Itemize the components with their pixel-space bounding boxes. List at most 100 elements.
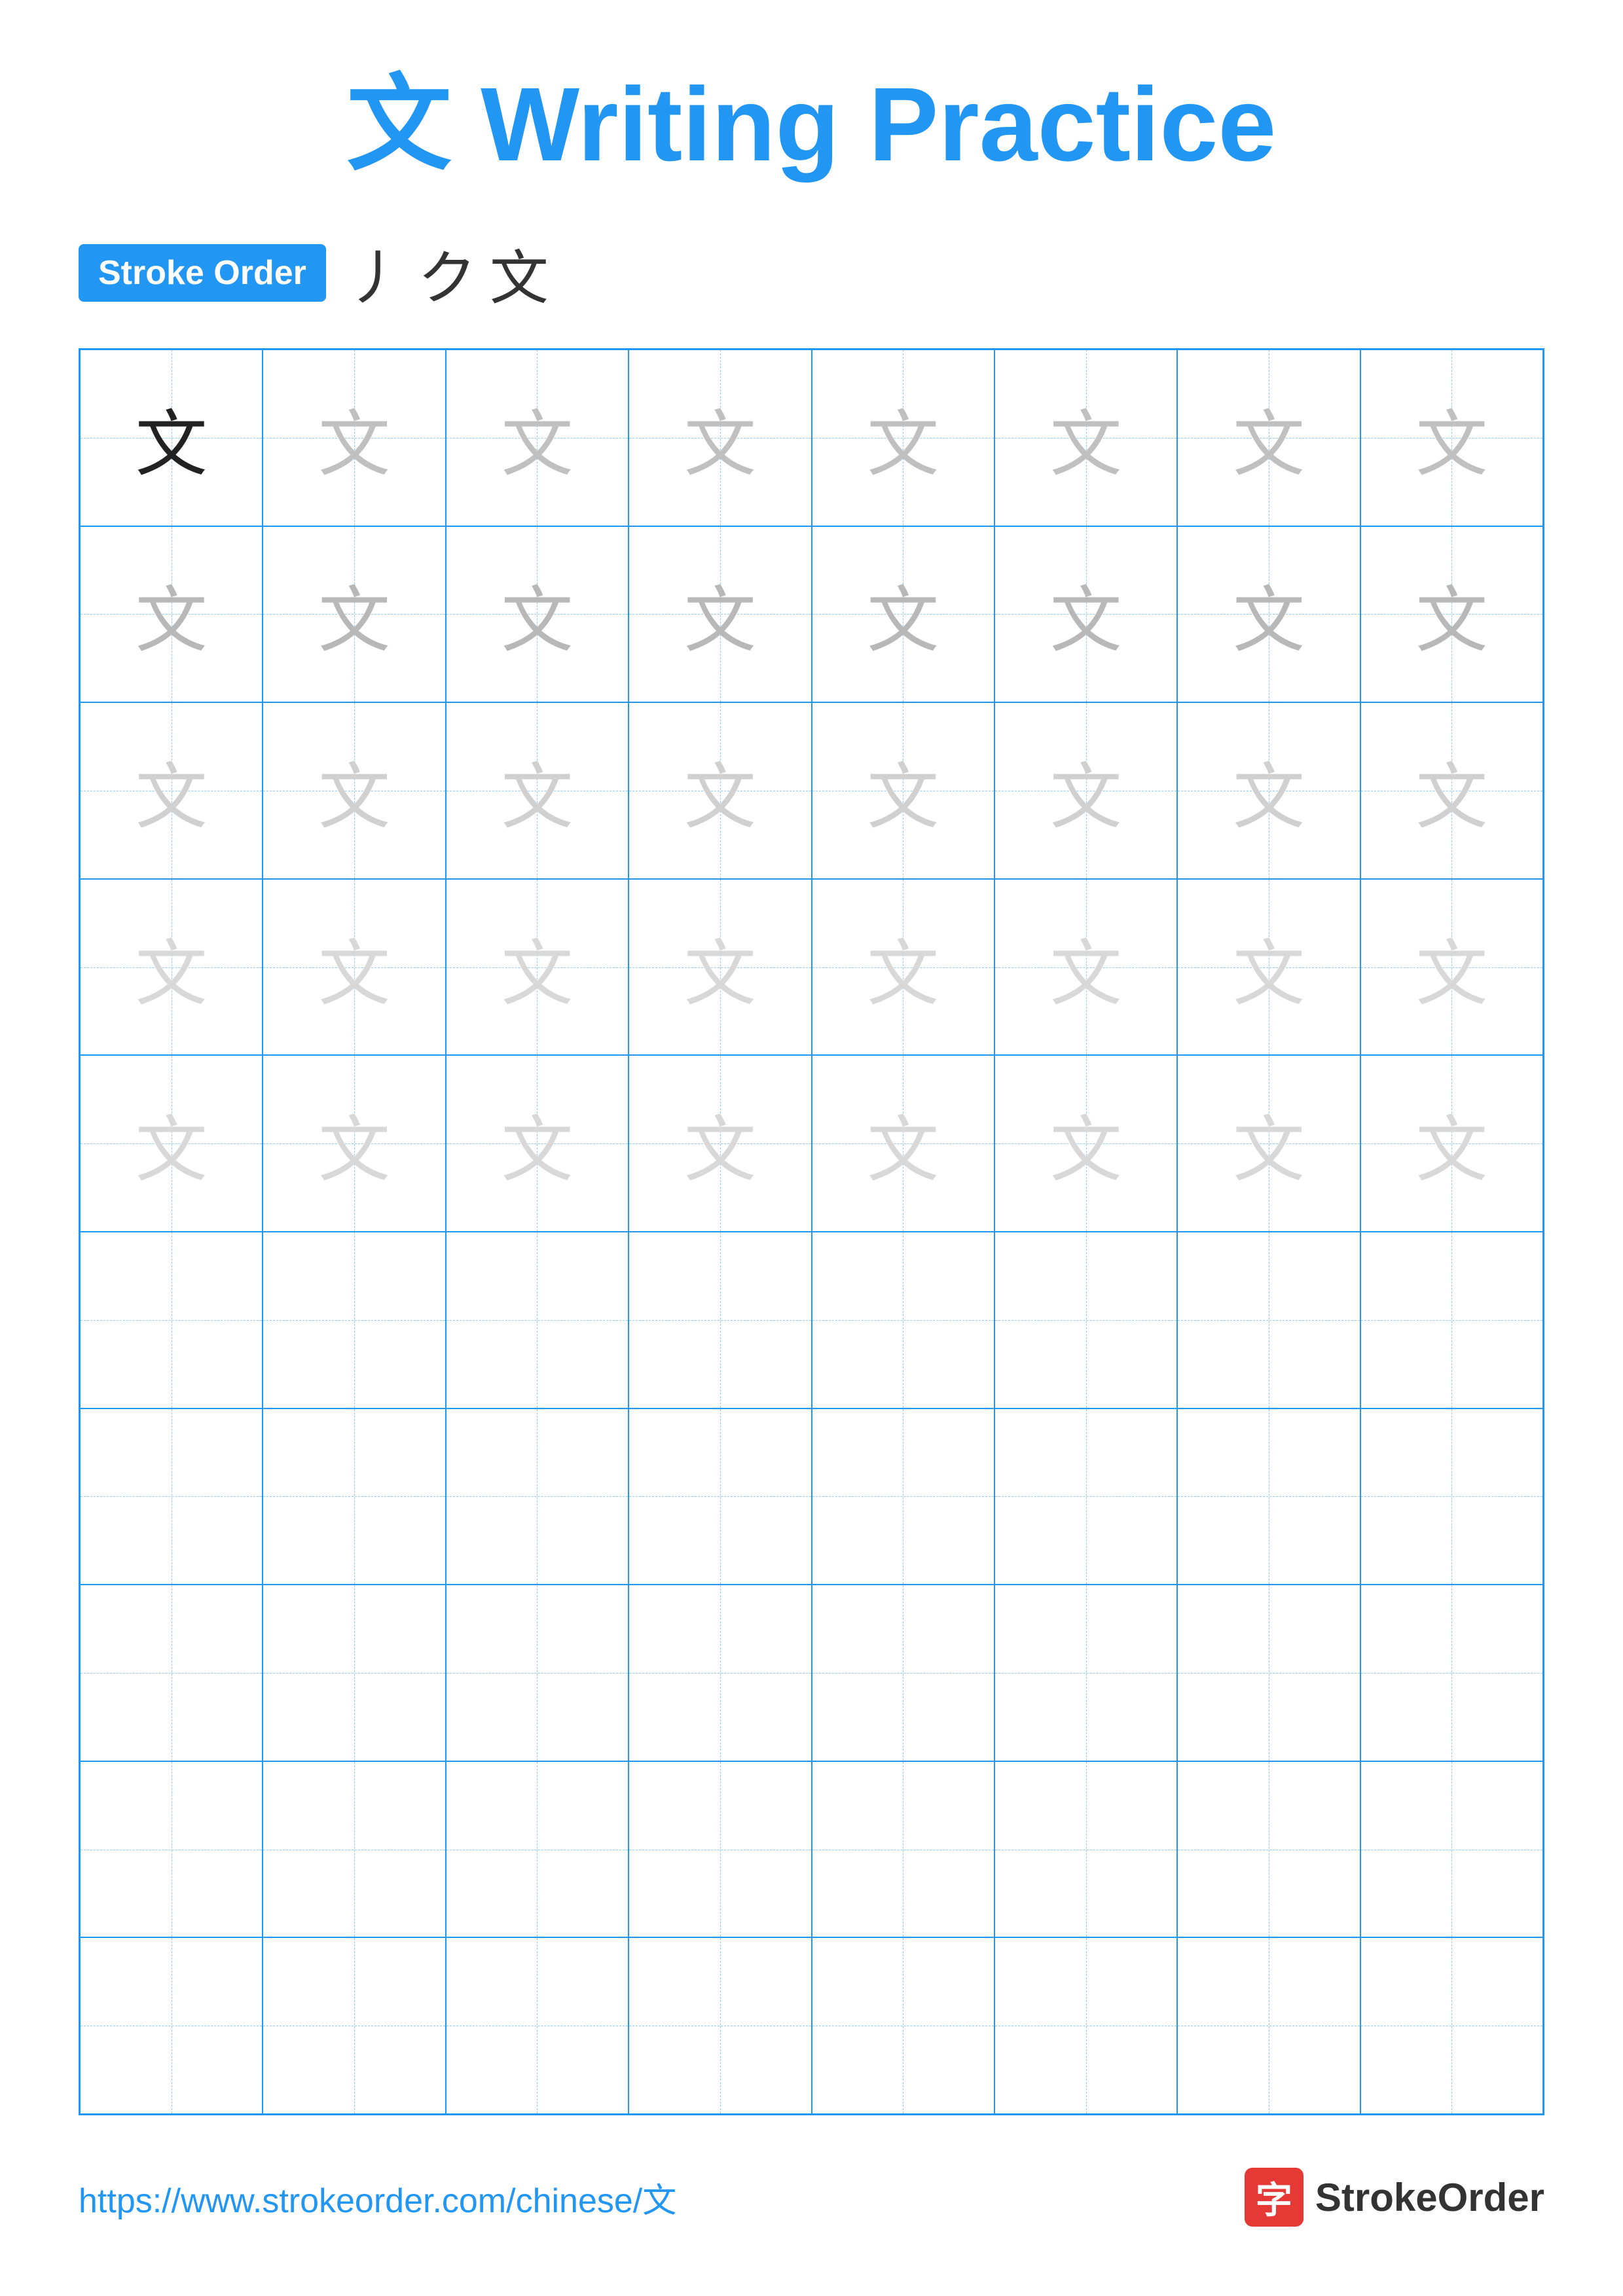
stroke-2: ク: [418, 230, 477, 315]
grid-cell-empty[interactable]: [1360, 1408, 1543, 1585]
grid-cell: 文: [812, 1055, 994, 1232]
grid-cell-empty[interactable]: [994, 1408, 1177, 1585]
char-display: 文: [867, 1091, 939, 1196]
char-display: 文: [501, 386, 573, 490]
footer-url[interactable]: https://www.strokeorder.com/chinese/文: [79, 2173, 676, 2222]
char-display: 文: [318, 1091, 390, 1196]
stroke-order-section: Stroke Order 丿 ク 文: [79, 230, 1544, 315]
char-display: 文: [1050, 738, 1122, 843]
grid-cell-empty[interactable]: [1177, 1585, 1360, 1761]
char-display: 文: [136, 915, 208, 1020]
grid-cell-empty[interactable]: [994, 1761, 1177, 1938]
grid-cell-empty[interactable]: [80, 1761, 263, 1938]
grid-cell-empty[interactable]: [446, 1232, 629, 1408]
stroke-order-badge: Stroke Order: [79, 244, 326, 302]
grid-cell-empty[interactable]: [263, 1408, 445, 1585]
grid-cell-empty[interactable]: [629, 1232, 811, 1408]
char-display: 文: [501, 1091, 573, 1196]
grid-cell: 文: [629, 879, 811, 1056]
char-display: 文: [1050, 1091, 1122, 1196]
stroke-chars: 丿 ク 文: [346, 230, 549, 315]
grid-cell: 文: [263, 702, 445, 879]
grid-cell-empty[interactable]: [629, 1761, 811, 1938]
grid-cell: 文: [263, 526, 445, 703]
grid-cell: 文: [446, 350, 629, 526]
grid-cell: 文: [263, 879, 445, 1056]
grid-cell-empty[interactable]: [263, 1232, 445, 1408]
grid-cell: 文: [263, 350, 445, 526]
grid-cell-empty[interactable]: [1360, 1761, 1543, 1938]
grid-cell-empty[interactable]: [994, 1585, 1177, 1761]
grid-cell-empty[interactable]: [446, 1585, 629, 1761]
grid-cell: 文: [1177, 526, 1360, 703]
grid-cell-empty[interactable]: [80, 1408, 263, 1585]
grid-cell-empty[interactable]: [1177, 1761, 1360, 1938]
stroke-1: 丿: [346, 230, 405, 315]
grid-cell: 文: [994, 526, 1177, 703]
logo-icon: 字: [1245, 2168, 1304, 2227]
grid-cell-empty[interactable]: [629, 1585, 811, 1761]
grid-cell: 文: [1177, 879, 1360, 1056]
grid-cell: 文: [263, 1055, 445, 1232]
grid-cell: 文: [1360, 526, 1543, 703]
grid-cell-empty[interactable]: [629, 1408, 811, 1585]
grid-cell-empty[interactable]: [994, 1232, 1177, 1408]
char-display: 文: [136, 738, 208, 843]
grid-cell: 文: [1360, 879, 1543, 1056]
char-display: 文: [1415, 386, 1487, 490]
grid-cell-empty[interactable]: [80, 1937, 263, 2114]
grid-cell-empty[interactable]: [263, 1937, 445, 2114]
grid-cell: 文: [1177, 350, 1360, 526]
grid-cell: 文: [629, 526, 811, 703]
grid-cell: 文: [1360, 350, 1543, 526]
char-display: 文: [1233, 1091, 1305, 1196]
grid-cell-empty[interactable]: [263, 1585, 445, 1761]
char-display: 文: [136, 1091, 208, 1196]
grid-cell: 文: [629, 1055, 811, 1232]
char-display: 文: [1233, 738, 1305, 843]
grid-cell-empty[interactable]: [812, 1761, 994, 1938]
footer-logo: 字 StrokeOrder: [1245, 2168, 1544, 2227]
grid-cell: 文: [994, 350, 1177, 526]
grid-cell-empty[interactable]: [812, 1232, 994, 1408]
grid-cell-empty[interactable]: [80, 1232, 263, 1408]
char-display: 文: [1233, 562, 1305, 666]
grid-cell-empty[interactable]: [446, 1761, 629, 1938]
grid-cell-empty[interactable]: [1177, 1408, 1360, 1585]
logo-text: StrokeOrder: [1315, 2175, 1544, 2220]
char-display: 文: [684, 386, 756, 490]
grid-cell-empty[interactable]: [1360, 1585, 1543, 1761]
grid-cell: 文: [812, 526, 994, 703]
title-english-text: Writing Practice: [481, 65, 1276, 183]
grid-cell-empty[interactable]: [812, 1937, 994, 2114]
grid-cell-empty[interactable]: [80, 1585, 263, 1761]
grid-cell-empty[interactable]: [446, 1937, 629, 2114]
char-display: 文: [318, 915, 390, 1020]
grid-cell: 文: [80, 1055, 263, 1232]
char-display: 文: [1050, 386, 1122, 490]
stroke-3: 文: [490, 230, 549, 315]
grid-cell-empty[interactable]: [263, 1761, 445, 1938]
title-chinese-char: 文: [347, 65, 452, 183]
char-display: 文: [867, 562, 939, 666]
grid-cell-empty[interactable]: [1177, 1232, 1360, 1408]
grid-cell-empty[interactable]: [994, 1937, 1177, 2114]
page-title: 文 Writing Practice: [79, 39, 1544, 191]
grid-cell: 文: [812, 350, 994, 526]
grid-cell-empty[interactable]: [812, 1585, 994, 1761]
grid-cell-empty[interactable]: [812, 1408, 994, 1585]
grid-cell-empty[interactable]: [629, 1937, 811, 2114]
char-display: 文: [318, 562, 390, 666]
char-display: 文: [1415, 562, 1487, 666]
grid-cell-empty[interactable]: [1177, 1937, 1360, 2114]
char-display: 文: [1050, 562, 1122, 666]
grid-cell: 文: [446, 702, 629, 879]
char-display: 文: [1233, 915, 1305, 1020]
char-display: 文: [867, 386, 939, 490]
grid-cell-empty[interactable]: [1360, 1232, 1543, 1408]
grid-cell: 文: [1177, 1055, 1360, 1232]
grid-cell-empty[interactable]: [1360, 1937, 1543, 2114]
char-display: 文: [684, 562, 756, 666]
char-display: 文: [867, 915, 939, 1020]
grid-cell-empty[interactable]: [446, 1408, 629, 1585]
